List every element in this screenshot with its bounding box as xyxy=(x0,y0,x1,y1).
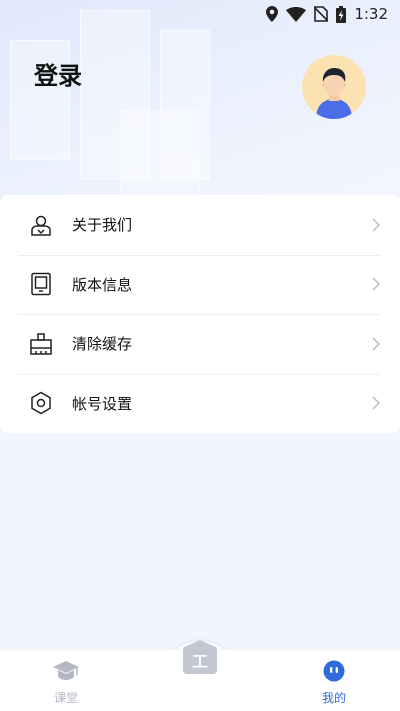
hexagon-settings-icon xyxy=(28,390,54,416)
tab-label: 课堂 xyxy=(53,691,78,705)
menu-item-account-settings[interactable]: 帐号设置 xyxy=(0,373,400,434)
about-us-icon xyxy=(28,212,54,238)
status-bar: 1:32 xyxy=(0,0,400,28)
user-avatar-icon[interactable] xyxy=(302,55,366,119)
tab-mine[interactable]: 我的 xyxy=(294,660,374,706)
location-icon xyxy=(266,6,279,22)
tab-work[interactable]: 工 xyxy=(160,640,240,674)
menu-item-label: 清除缓存 xyxy=(72,335,133,354)
profile-face-icon xyxy=(323,660,345,682)
graduation-cap-icon xyxy=(53,661,79,680)
tab-classroom[interactable]: 课堂 xyxy=(26,660,106,706)
wifi-icon xyxy=(286,6,307,22)
work-icon: 工 xyxy=(183,640,217,674)
menu-item-version-info[interactable]: 版本信息 xyxy=(0,254,400,315)
chevron-right-icon xyxy=(372,396,380,410)
battery-charging-icon xyxy=(336,5,347,23)
menu-item-label: 关于我们 xyxy=(72,216,133,235)
menu-item-about-us[interactable]: 关于我们 xyxy=(0,195,400,255)
tablet-icon xyxy=(28,271,54,297)
bottom-tab-bar: 课堂 工 我的 xyxy=(0,640,400,711)
menu-item-label: 版本信息 xyxy=(72,275,133,294)
chevron-right-icon xyxy=(372,277,380,291)
chevron-right-icon xyxy=(372,218,380,232)
broom-icon xyxy=(28,331,54,357)
page-title[interactable]: 登录 xyxy=(34,56,82,91)
status-time: 1:32 xyxy=(354,5,388,23)
tab-label: 我的 xyxy=(321,691,346,705)
menu-item-clear-cache[interactable]: 清除缓存 xyxy=(0,314,400,374)
settings-menu: 关于我们 版本信息 清除缓存 帐号设置 xyxy=(0,195,400,433)
no-sim-icon xyxy=(314,6,329,22)
menu-item-label: 帐号设置 xyxy=(72,394,133,413)
chevron-right-icon xyxy=(372,337,380,351)
